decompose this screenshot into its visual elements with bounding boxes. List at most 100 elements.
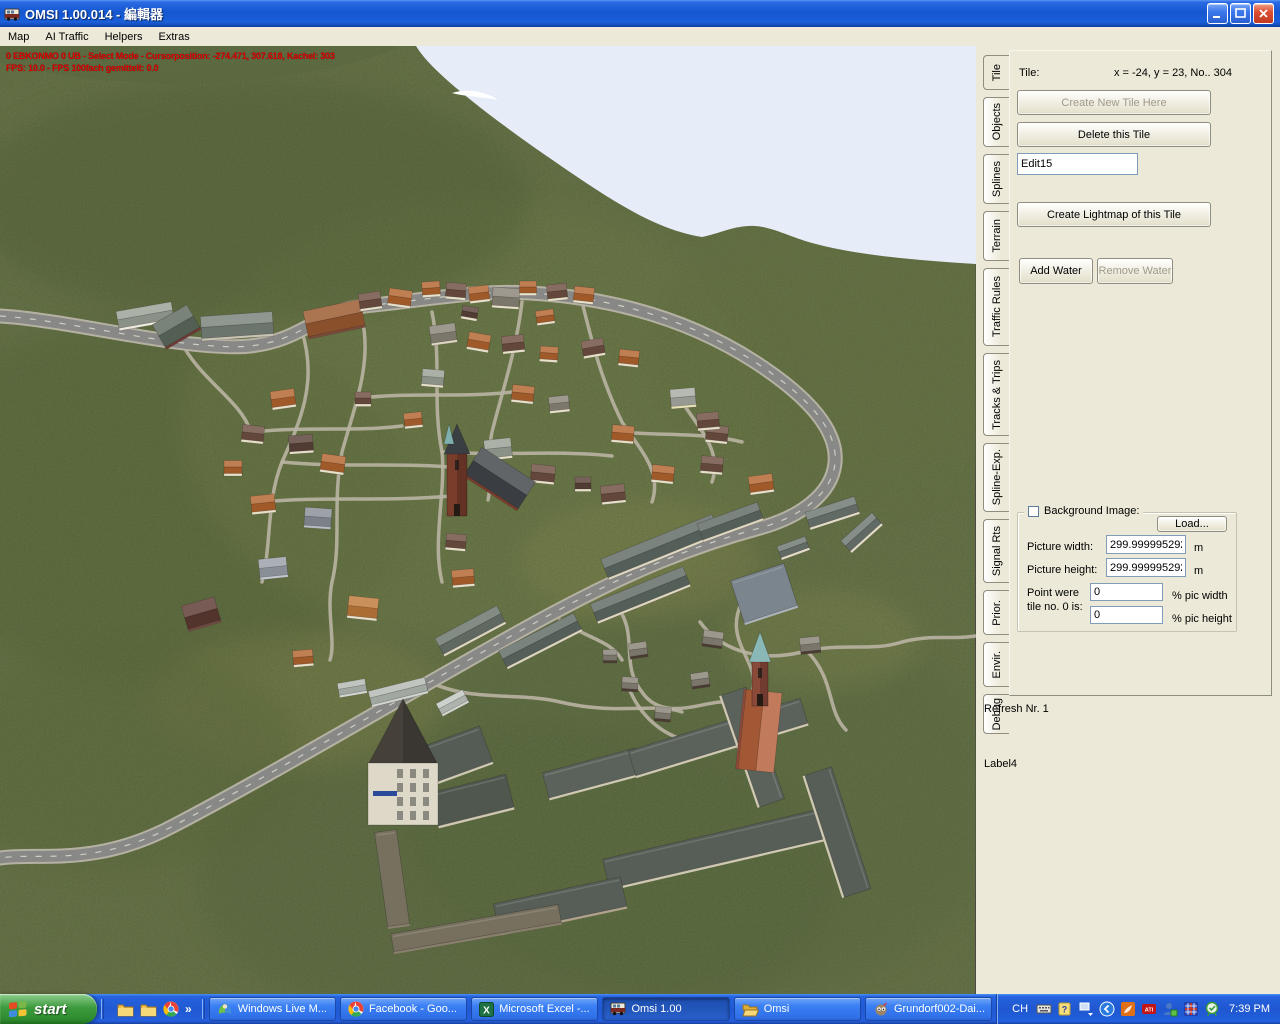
gimp-icon <box>873 1001 889 1017</box>
menu-item-ai-traffic[interactable]: AI Traffic <box>37 29 96 45</box>
tab-label: Terrain <box>991 219 1003 253</box>
add-water-button[interactable]: Add Water <box>1019 258 1093 284</box>
point-y-field[interactable] <box>1090 606 1163 624</box>
tab-label: Traffic Rules <box>991 276 1003 337</box>
ati-overdrive-icon[interactable] <box>1120 1001 1136 1017</box>
tab-label: Objects <box>991 103 1003 140</box>
bus-icon <box>610 1002 626 1016</box>
certificate-badge-icon[interactable] <box>1204 1001 1220 1017</box>
tab-label: Signal Rts <box>991 526 1003 576</box>
taskbar-grip-2[interactable] <box>202 999 205 1019</box>
quick-launch-chrome-icon[interactable] <box>162 1000 180 1018</box>
omsi-bus-app-icon <box>4 6 20 22</box>
start-button[interactable]: start <box>0 994 97 1024</box>
display-settings-icon[interactable] <box>1078 1001 1094 1017</box>
task-label: Facebook - Goo... <box>369 1003 457 1015</box>
tab-label: Tracks & Trips <box>991 360 1003 430</box>
help-icon[interactable]: ? <box>1057 1001 1073 1017</box>
tab-prior-[interactable]: Prior. <box>983 590 1009 635</box>
picture-width-field[interactable] <box>1106 535 1186 554</box>
point-x-field[interactable] <box>1090 583 1163 601</box>
create-new-tile-button[interactable]: Create New Tile Here <box>1017 90 1211 115</box>
pct-height-label: % pic height <box>1172 613 1232 625</box>
tab-terrain[interactable]: Terrain <box>983 211 1009 261</box>
task-label: Omsi <box>764 1003 790 1015</box>
svg-text:X: X <box>483 1005 490 1016</box>
tab-traffic-rules[interactable]: Traffic Rules <box>983 268 1009 346</box>
tab-signal-rts[interactable]: Signal Rts <box>983 519 1009 583</box>
quick-launch-folder-icon[interactable] <box>139 1000 157 1018</box>
hide-icons-chevron[interactable] <box>1099 1001 1115 1017</box>
tile-coordinates: x = -24, y = 23, No.. 304 <box>1070 67 1232 79</box>
picture-width-label: Picture width: <box>1027 541 1093 553</box>
title-bar: OMSI 1.00.014 - 編輯器 <box>0 0 1280 27</box>
tab-label: Tile <box>991 64 1003 81</box>
task-button-facebook-goo-[interactable]: Facebook - Goo... <box>340 997 467 1021</box>
editor-side-panel: Tile Objects Splines Terrain Traffic Rules Tr… <box>976 46 1280 994</box>
windows-flag-icon <box>8 1000 28 1018</box>
point-label-line2: tile no. 0 is: <box>1027 601 1083 613</box>
quick-launch-overflow-chevron[interactable]: » <box>185 1002 192 1016</box>
close-button[interactable] <box>1253 3 1274 24</box>
pct-width-label: % pic width <box>1172 590 1228 602</box>
tab-splines[interactable]: Splines <box>983 154 1009 204</box>
task-label: Grundorf002-Dai... <box>894 1003 985 1015</box>
tab-label: Splines <box>991 161 1003 197</box>
panel-tab-strip: Tile Objects Splines Terrain Traffic Rules Tr… <box>983 55 1010 741</box>
tile-edit-field[interactable] <box>1017 153 1138 175</box>
app-grid-icon[interactable] <box>1183 1001 1199 1017</box>
language-indicator[interactable]: CH <box>1009 1002 1031 1016</box>
task-button-microsoft-excel-[interactable]: X Microsoft Excel -... <box>471 997 598 1021</box>
messenger-status-icon[interactable] <box>1162 1001 1178 1017</box>
tab-objects[interactable]: Objects <box>983 97 1009 147</box>
picture-height-field[interactable] <box>1106 558 1186 577</box>
keyboard-icon[interactable] <box>1036 1001 1052 1017</box>
taskbar-grip[interactable] <box>101 999 104 1019</box>
picture-width-unit: m <box>1194 542 1203 554</box>
tile-label: Tile: <box>1019 67 1039 79</box>
minimize-button[interactable] <box>1207 3 1228 24</box>
taskbar: start » Windows Live M... Facebook - Goo.… <box>0 994 1280 1024</box>
picture-height-label: Picture height: <box>1027 564 1097 576</box>
start-label: start <box>34 1001 67 1018</box>
folderopen-icon <box>742 1002 759 1017</box>
window-title: OMSI 1.00.014 - 編輯器 <box>25 4 1207 23</box>
refresh-counter-label: Refresh Nr. 1 <box>984 703 1049 715</box>
background-image-checkbox[interactable] <box>1028 506 1039 517</box>
tab-spline-exp-[interactable]: Spline-Exp. <box>983 443 1009 512</box>
menu-bar: MapAI TrafficHelpersExtras <box>0 27 1280 46</box>
svg-text:ATI: ATI <box>1145 1008 1154 1014</box>
tab-label: Prior. <box>991 600 1003 626</box>
chrome-icon <box>348 1001 364 1017</box>
taskbar-clock[interactable]: 7:39 PM <box>1229 1003 1270 1015</box>
create-lightmap-button[interactable]: Create Lightmap of this Tile <box>1017 202 1211 227</box>
menu-item-map[interactable]: Map <box>0 29 37 45</box>
tab-envir-[interactable]: Envir. <box>983 642 1009 687</box>
debug-overlay: 0 EBKONMO 0 UB - Select Mode - Cursorpos… <box>6 50 335 74</box>
remove-water-button[interactable]: Remove Water <box>1097 258 1173 284</box>
label4-text: Label4 <box>984 758 1017 770</box>
maximize-button[interactable] <box>1230 3 1251 24</box>
omsi-editor-window: OMSI 1.00.014 - 編輯器 MapAI TrafficHelpers… <box>0 0 1280 1024</box>
ati-tray-icon[interactable]: ATI <box>1141 1001 1157 1017</box>
point-label-line1: Point were <box>1027 587 1079 599</box>
task-button-omsi-1-00[interactable]: Omsi 1.00 <box>602 997 729 1021</box>
menu-item-helpers[interactable]: Helpers <box>97 29 151 45</box>
messenger-icon <box>217 1001 233 1017</box>
picture-height-unit: m <box>1194 565 1203 577</box>
tab-tracks-trips[interactable]: Tracks & Trips <box>983 353 1009 436</box>
task-label: Omsi 1.00 <box>631 1003 681 1015</box>
task-label: Microsoft Excel -... <box>499 1003 589 1015</box>
task-button-grundorf002-dai-[interactable]: Grundorf002-Dai... <box>865 997 992 1021</box>
task-button-omsi[interactable]: Omsi <box>734 997 861 1021</box>
load-button[interactable]: Load... <box>1157 516 1227 532</box>
task-label: Windows Live M... <box>238 1003 327 1015</box>
menu-item-extras[interactable]: Extras <box>151 29 198 45</box>
background-image-label: Background Image: <box>1044 505 1139 517</box>
background-image-group: Background Image: Load... Picture width:… <box>1017 512 1237 632</box>
delete-tile-button[interactable]: Delete this Tile <box>1017 122 1211 147</box>
task-button-windows-live-m-[interactable]: Windows Live M... <box>209 997 336 1021</box>
viewport-3d[interactable]: 0 EBKONMO 0 UB - Select Mode - Cursorpos… <box>0 46 976 994</box>
tab-tile[interactable]: Tile <box>983 55 1010 90</box>
quick-launch-folder-icon[interactable] <box>116 1000 134 1018</box>
